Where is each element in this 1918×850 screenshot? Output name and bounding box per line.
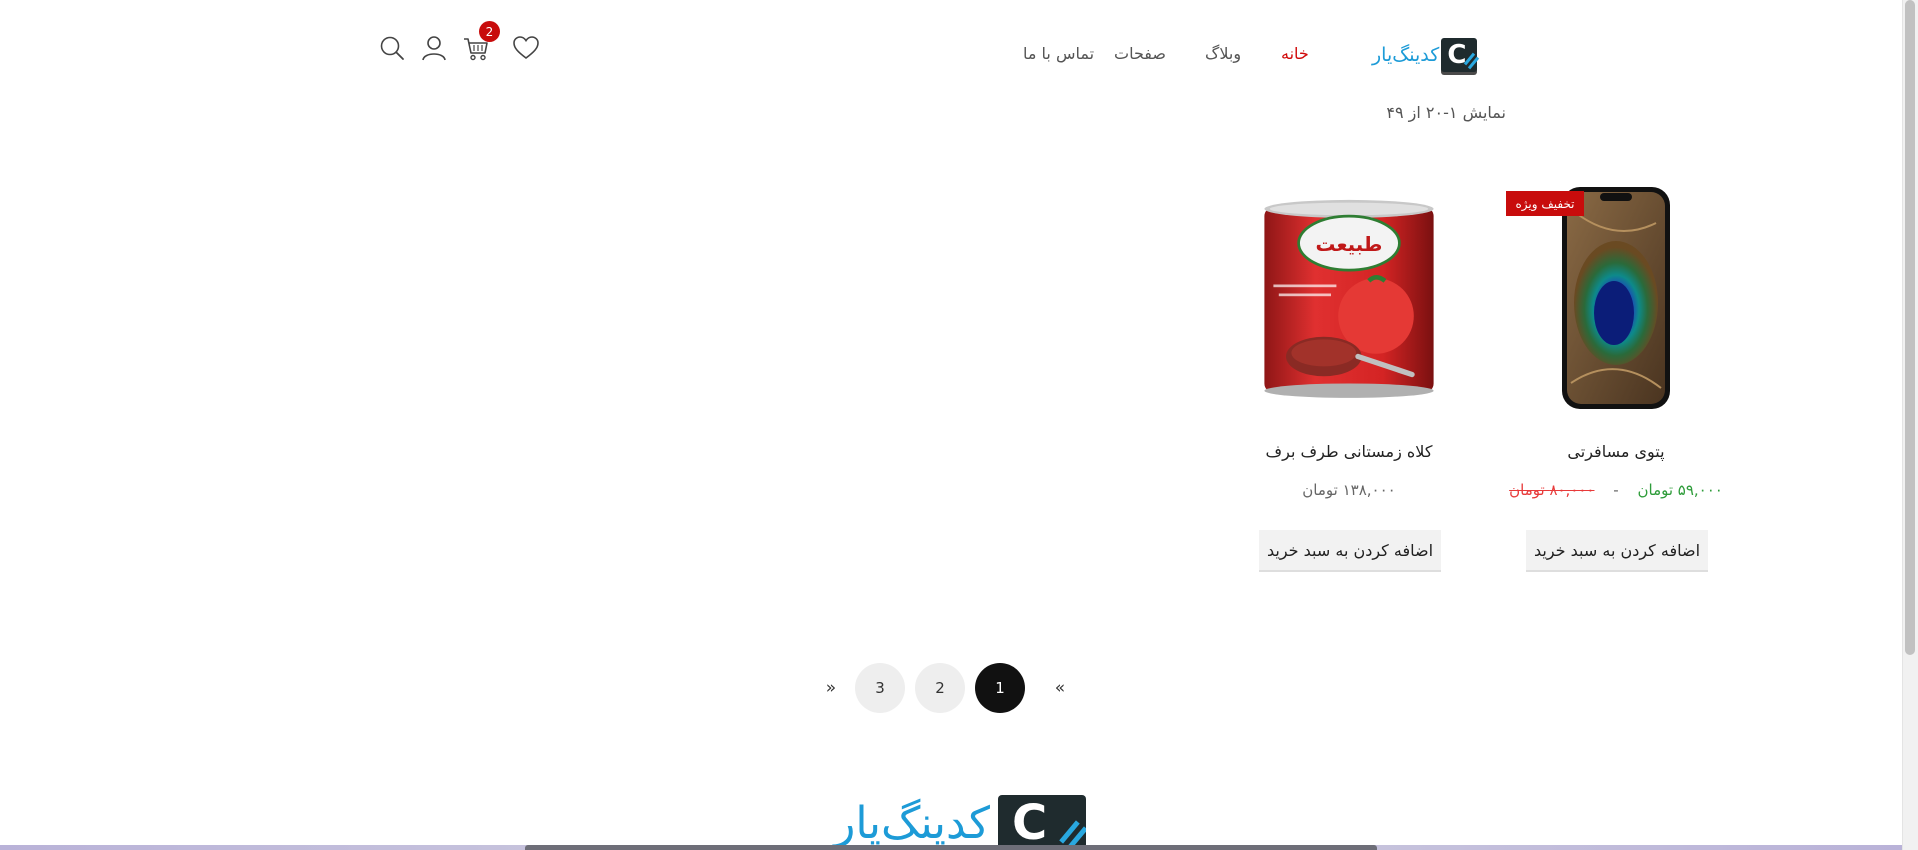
product-title[interactable]: پتوی مسافرتی: [1496, 442, 1736, 461]
scrollbar-thumb[interactable]: [1905, 0, 1915, 655]
product-price: ۱۳۸,۰۰۰ تومان: [1302, 481, 1396, 499]
add-to-cart-button[interactable]: اضافه کردن به سبد خرید: [1526, 530, 1708, 572]
nav-item-pages[interactable]: صفحات: [1114, 44, 1166, 63]
nav-item-home[interactable]: خانه: [1281, 44, 1309, 63]
sale-badge: تخفیف ویژه: [1506, 191, 1584, 216]
product-image-can[interactable]: طبیعت: [1259, 178, 1439, 418]
nav-item-blog[interactable]: وبلاگ: [1205, 44, 1241, 63]
product-card: طبیعت کلاه زمستانی طرف برف ۱۳۸,۰۰۰ تومان…: [1229, 170, 1469, 590]
add-to-cart-button[interactable]: اضافه کردن به سبد خرید: [1259, 530, 1441, 572]
price-separator: -: [1613, 481, 1619, 499]
sale-price: ۵۹,۰۰۰ تومان: [1637, 481, 1723, 499]
pagination-page-1[interactable]: 1: [975, 663, 1025, 713]
product-card: پتوی مسافرتی ۵۹,۰۰۰ تومان - ۸۰,۰۰۰ تومان…: [1496, 170, 1736, 590]
pagination-next[interactable]: »: [806, 663, 856, 713]
pagination-page-3[interactable]: 3: [855, 663, 905, 713]
site-logo[interactable]: C کدینگ‌یار: [1372, 36, 1480, 74]
footer-logo-text: کدینگ‌یار: [834, 798, 990, 849]
product-title[interactable]: کلاه زمستانی طرف برف: [1229, 442, 1469, 461]
wishlist-heart-icon[interactable]: [512, 34, 540, 62]
footer-logo-mark-icon: C: [998, 795, 1086, 850]
footer-logo[interactable]: C کدینگ‌یار: [826, 795, 1086, 850]
scrollbar[interactable]: [1902, 0, 1918, 850]
user-icon[interactable]: [420, 34, 448, 62]
logo-text: کدینگ‌یار: [1372, 44, 1440, 66]
bottom-bar: [525, 845, 1377, 850]
result-count: نمایش ۱-۲۰ از ۴۹: [1386, 103, 1506, 122]
logo-mark-icon: C: [1441, 38, 1480, 72]
product-price: ۵۹,۰۰۰ تومان - ۸۰,۰۰۰ تومان: [1496, 481, 1736, 499]
nav-item-contact[interactable]: تماس با ما: [1023, 44, 1094, 63]
pagination-prev[interactable]: «: [1035, 663, 1085, 713]
search-icon[interactable]: [378, 34, 406, 62]
regular-price: ۸۰,۰۰۰ تومان: [1509, 481, 1595, 499]
svg-text:طبیعت: طبیعت: [1316, 233, 1383, 256]
cart-count-badge: 2: [479, 21, 500, 42]
pagination-page-2[interactable]: 2: [915, 663, 965, 713]
